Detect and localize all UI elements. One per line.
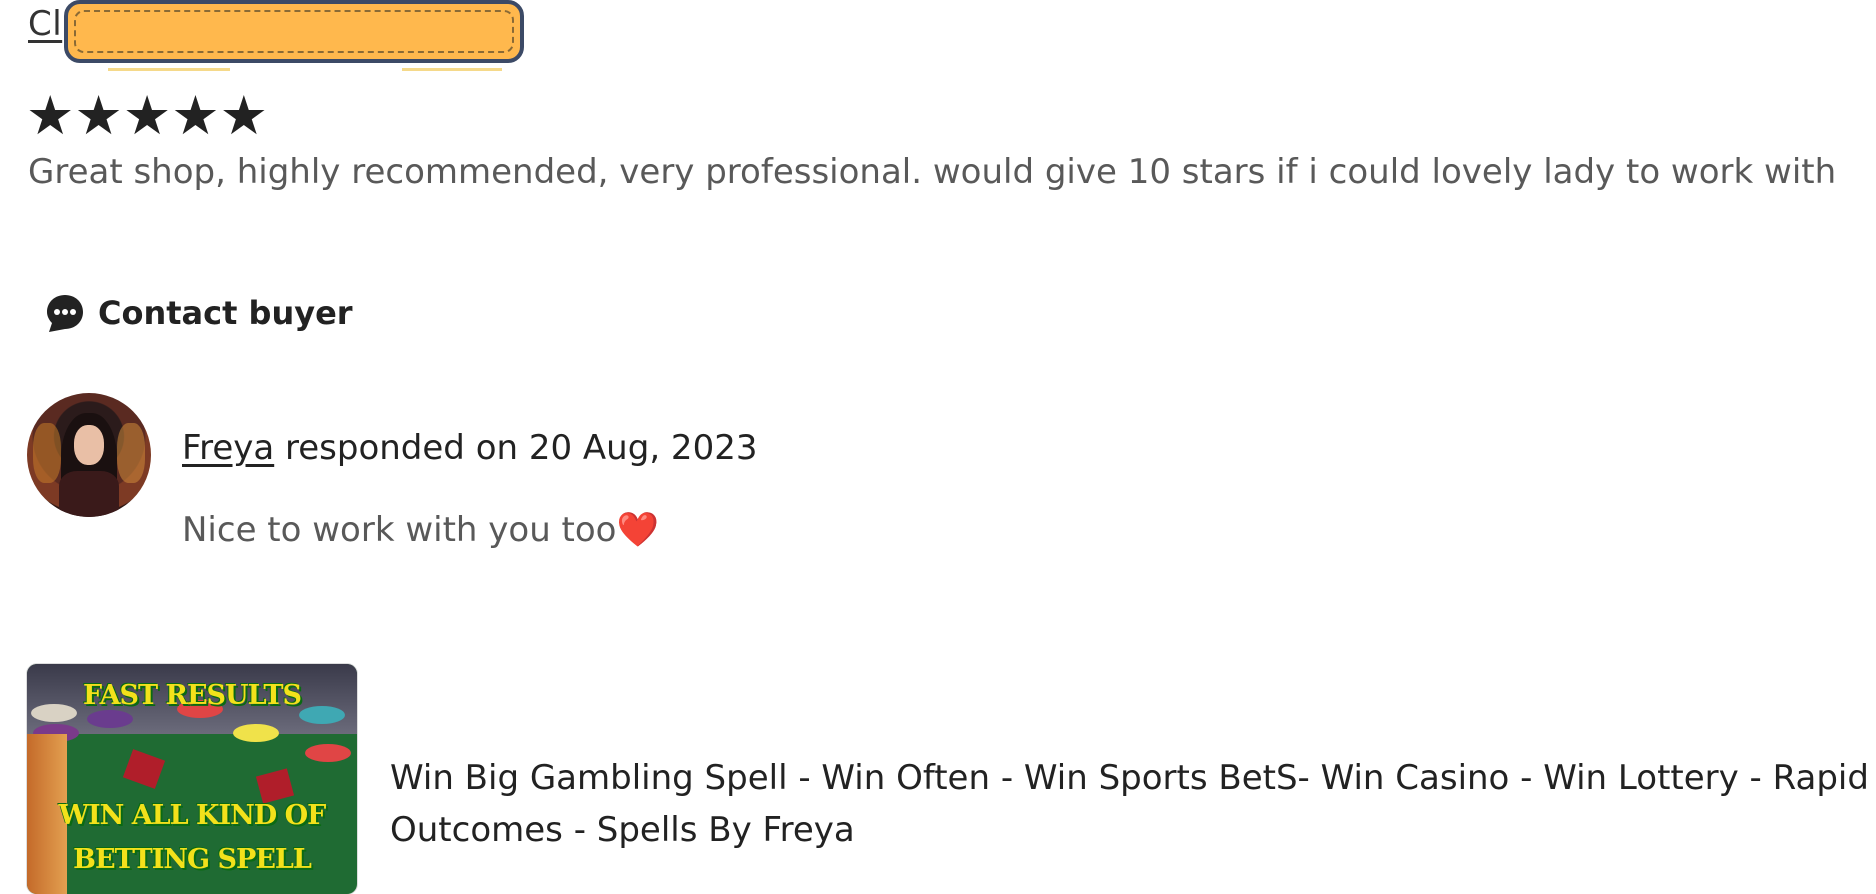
contact-buyer-button[interactable]: Contact buyer [44, 292, 353, 334]
seller-name-link[interactable]: Freya [182, 428, 274, 468]
redaction-underline-fragment [402, 68, 502, 71]
seller-avatar[interactable] [27, 393, 151, 517]
response-message-text: Nice to work with you too [182, 510, 617, 550]
star-rating: ★★★★★ [26, 84, 269, 147]
listing-title-link[interactable]: Win Big Gambling Spell - Win Often - Win… [390, 752, 1876, 856]
response-header: Freya responded on 20 Aug, 2023 [182, 428, 757, 468]
reviewer-name-link[interactable]: Cl [28, 4, 62, 44]
thumbnail-text-line: BETTING SPELL [73, 844, 312, 875]
listing-thumbnail[interactable]: FAST RESULTS WIN ALL KIND OF BETTING SPE… [27, 664, 357, 894]
thumbnail-text-line: FAST RESULTS [83, 680, 302, 711]
response-message: Nice to work with you too❤️ [182, 510, 659, 550]
thumbnail-text-line: WIN ALL KIND OF [58, 800, 327, 831]
heart-emoji-icon: ❤️ [616, 510, 659, 550]
chat-bubble-icon [47, 295, 83, 332]
redaction-overlay [64, 0, 524, 63]
review-text: Great shop, highly recommended, very pro… [28, 152, 1837, 192]
redaction-underline-fragment [108, 68, 230, 71]
response-date-text: responded on 20 Aug, 2023 [274, 428, 758, 468]
contact-buyer-label: Contact buyer [98, 294, 353, 332]
